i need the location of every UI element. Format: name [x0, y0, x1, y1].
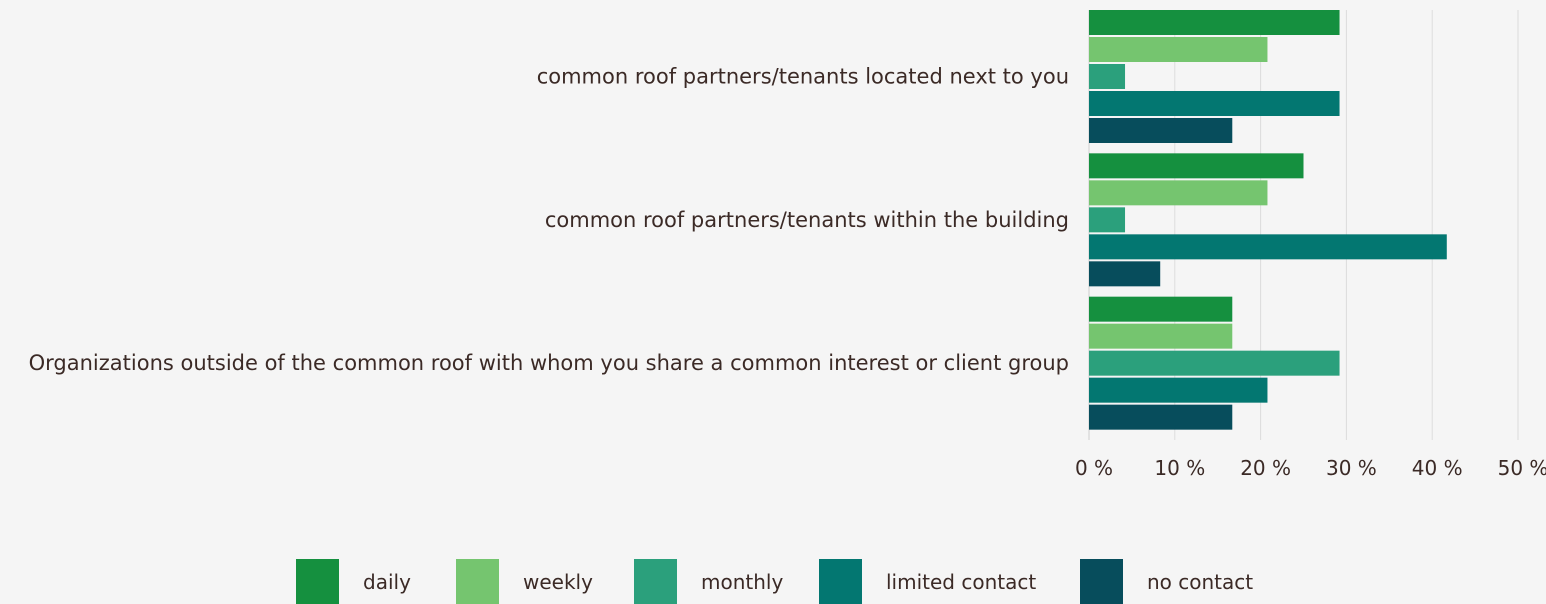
- bar-limited-contact: [1089, 91, 1340, 116]
- x-tick-label: 20 %: [1240, 456, 1291, 480]
- bar-weekly: [1089, 180, 1268, 206]
- bar-daily: [1089, 153, 1304, 179]
- legend-item-monthly: monthly: [634, 559, 783, 604]
- legend-label: no contact: [1147, 570, 1254, 594]
- x-tick-label: 50 %: [1498, 456, 1546, 480]
- bar-daily: [1089, 296, 1233, 322]
- bars: [1089, 10, 1447, 430]
- legend: daily weekly monthly limited contact no cont…: [0, 559, 1546, 604]
- category-label: common roof partners/tenants within the …: [545, 208, 1069, 232]
- legend-swatch: [1080, 559, 1123, 604]
- bar-no-contact: [1089, 261, 1161, 287]
- legend-swatch: [819, 559, 862, 604]
- x-tick-label: 10 %: [1154, 456, 1205, 480]
- bar-limited-contact: [1089, 234, 1447, 260]
- legend-label: monthly: [701, 570, 784, 594]
- bar-no-contact: [1089, 118, 1233, 143]
- legend-label: daily: [363, 570, 411, 594]
- x-tick-label: 40 %: [1412, 456, 1463, 480]
- chart: common roof partners/tenants located nex…: [29, 10, 1546, 480]
- legend-label: limited contact: [886, 570, 1037, 594]
- x-tick-labels: 0 % 10 % 20 % 30 % 40 % 50 %: [1075, 456, 1546, 480]
- legend-label: weekly: [523, 570, 593, 594]
- legend-item-daily: daily: [296, 559, 411, 604]
- category-label: Organizations outside of the common roof…: [29, 351, 1069, 375]
- category-labels: common roof partners/tenants located nex…: [29, 65, 1069, 376]
- legend-swatch: [296, 559, 339, 604]
- bar-monthly: [1089, 350, 1340, 376]
- legend-swatch: [456, 559, 499, 604]
- x-tick-label: 0 %: [1075, 456, 1113, 480]
- bar-daily: [1089, 10, 1340, 35]
- bar-weekly: [1089, 323, 1233, 349]
- bar-no-contact: [1089, 404, 1233, 430]
- x-tick-label: 30 %: [1326, 456, 1377, 480]
- bar-weekly: [1089, 37, 1268, 62]
- legend-item-no-contact: no contact: [1080, 559, 1253, 604]
- legend-swatch: [634, 559, 677, 604]
- legend-item-weekly: weekly: [456, 559, 593, 604]
- bar-monthly: [1089, 64, 1126, 89]
- bar-limited-contact: [1089, 377, 1268, 403]
- bar-monthly: [1089, 207, 1126, 233]
- category-label: common roof partners/tenants located nex…: [537, 65, 1069, 89]
- legend-item-limited-contact: limited contact: [819, 559, 1036, 604]
